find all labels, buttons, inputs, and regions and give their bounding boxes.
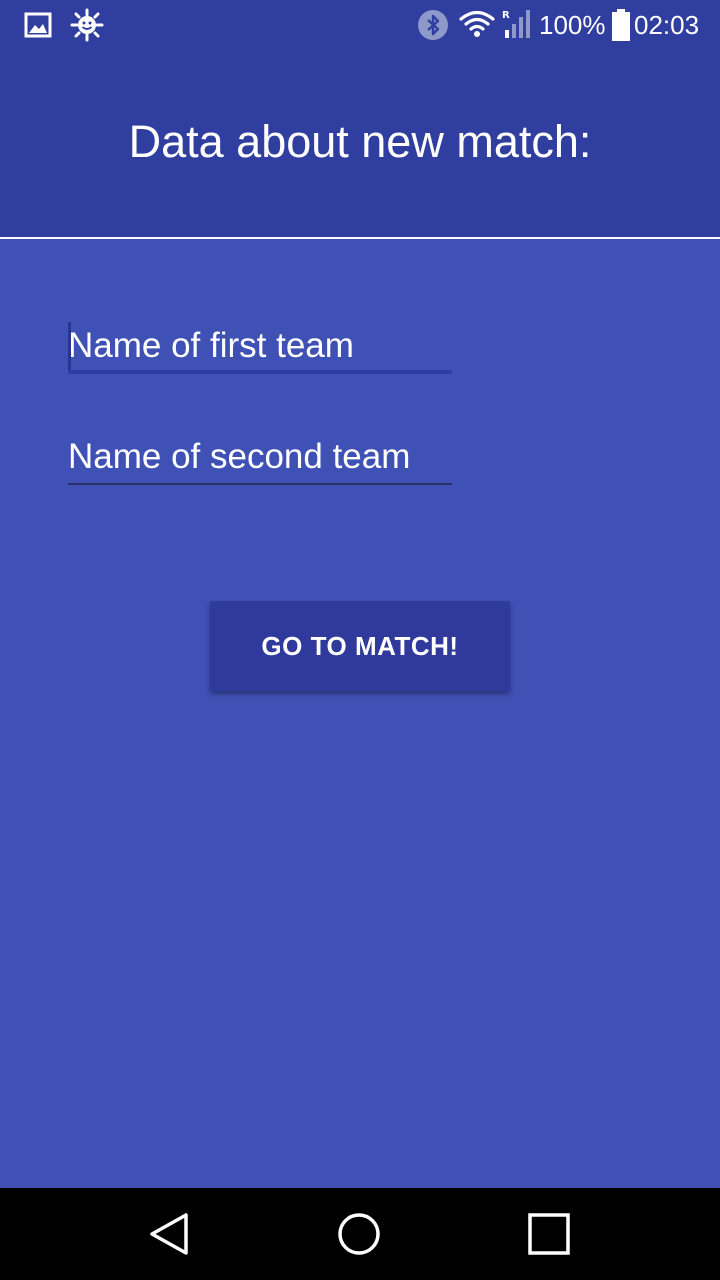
second-team-underline <box>68 483 452 485</box>
svg-text:R: R <box>502 10 510 21</box>
clock: 02:03 <box>634 10 700 40</box>
recents-icon <box>528 1213 570 1255</box>
status-bar: R 100% 02:03 <box>0 0 720 50</box>
bluetooth-icon <box>417 9 449 45</box>
signal-roaming-icon: R <box>500 8 534 44</box>
home-button[interactable] <box>299 1188 419 1280</box>
first-team-input[interactable] <box>68 322 452 370</box>
first-team-field[interactable] <box>68 322 452 374</box>
text-cursor <box>68 322 71 370</box>
battery-percent: 100% <box>539 10 606 40</box>
toolbar: Data about new match: <box>0 50 720 237</box>
back-button[interactable] <box>110 1188 230 1280</box>
second-team-input[interactable] <box>68 433 452 481</box>
second-team-field[interactable] <box>68 433 452 485</box>
navigation-bar <box>0 1188 720 1280</box>
screen: R 100% 02:03 Data about new match: Name … <box>0 0 720 1280</box>
wifi-icon <box>459 9 495 43</box>
first-team-underline <box>68 370 452 374</box>
battery-icon <box>612 9 630 45</box>
home-icon <box>338 1213 380 1255</box>
recents-button[interactable] <box>489 1188 609 1280</box>
back-icon <box>150 1213 188 1255</box>
image-icon <box>24 12 52 42</box>
go-to-match-button[interactable]: GO TO MATCH! <box>210 601 510 691</box>
sun-face-icon <box>70 8 104 46</box>
page-title: Data about new match: <box>128 116 592 167</box>
divider <box>0 237 720 239</box>
